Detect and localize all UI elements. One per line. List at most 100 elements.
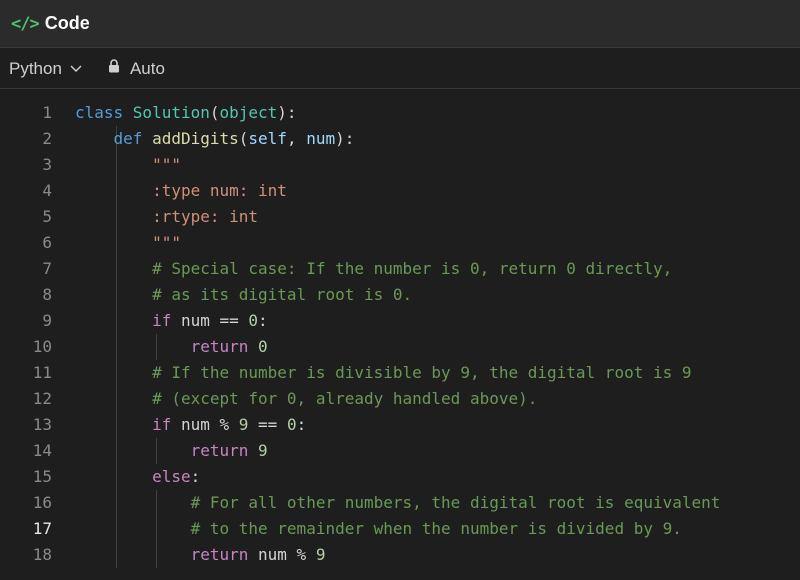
code-line: 7 # Special case: If the number is 0, re… [0,256,800,282]
code-token: addDigits [152,129,239,148]
line-number: 11 [32,363,52,382]
code-line: 2 def addDigits(self, num): [0,126,800,152]
code-token: : [190,467,201,486]
code-editor[interactable]: 1 class Solution(object): 2 def addDigits(… [0,100,800,580]
panel-title: Code [44,13,90,33]
code-text: return 9 [75,438,268,464]
line-number: 5 [42,207,52,226]
lock-icon [108,59,120,78]
code-token: else [152,467,191,486]
language-label: Python [9,58,62,78]
code-line: 6 """ [0,230,800,256]
code-text: if num == 0: [75,308,268,334]
code-line: 18 return num % 9 [0,542,800,568]
line-number: 3 [42,155,52,174]
line-number: 14 [32,441,52,460]
code-text: else: [75,464,200,490]
line-number: 16 [32,493,52,512]
code-token: num [306,129,336,148]
code-token: num == [171,311,249,330]
code-token: ( [209,103,220,122]
code-token: 9 [238,415,249,434]
code-text: return 0 [75,334,268,360]
code-text: """ [75,230,181,256]
code-token: if [152,415,172,434]
code-token: num % [248,545,316,564]
code-text: return num % 9 [75,542,326,568]
code-token: 9 [258,441,268,460]
code-token: ): [335,129,355,148]
code-token: return [190,441,259,460]
language-selector[interactable]: Python [9,59,82,79]
mode-label: Auto [129,58,165,78]
code-text: if num % 9 == 0: [75,412,306,438]
code-token: # to the remainder when the number is di… [190,519,682,538]
code-icon: </> [11,13,40,34]
code-text: def addDigits(self, num): [75,126,355,152]
code-token: def [113,129,153,148]
code-line: 4 :type num: int [0,178,800,204]
code-token: # Special case: If the number is 0, retu… [152,259,673,278]
auto-mode-indicator[interactable]: Auto [108,59,165,79]
code-token: == [248,415,287,434]
code-token: 0 [258,337,268,356]
code-line: 1 class Solution(object): [0,100,800,126]
code-line: 8 # as its digital root is 0. [0,282,800,308]
line-number: 1 [42,103,52,122]
line-number: 15 [32,467,52,486]
code-token: 0 [286,415,297,434]
line-number: 13 [32,415,52,434]
code-line: 5 :rtype: int [0,204,800,230]
code-line: 16 # For all other numbers, the digital … [0,490,800,516]
line-number: 12 [32,389,52,408]
code-line: 13 if num % 9 == 0: [0,412,800,438]
code-token: 9 [315,545,326,564]
code-token: if [152,311,172,330]
code-token: : [296,415,307,434]
code-token: num % [171,415,239,434]
code-line: 12 # (except for 0, already handled abov… [0,386,800,412]
line-number: 6 [42,233,52,252]
code-token: :type num: int [152,181,287,200]
code-token: # (except for 0, already handled above). [152,389,538,408]
code-token: 0 [248,311,259,330]
line-number: 10 [32,337,52,356]
code-token: :rtype: int [152,207,259,226]
code-text: # to the remainder when the number is di… [75,516,682,542]
code-text: :rtype: int [75,204,258,230]
code-line: 10 return 0 [0,334,800,360]
line-number: 18 [32,545,52,564]
code-token: """ [152,233,181,252]
code-token: # For all other numbers, the digital roo… [190,493,721,512]
code-token: return [190,337,259,356]
code-text: # as its digital root is 0. [75,282,412,308]
code-token: # If the number is divisible by 9, the d… [152,363,692,382]
line-number: 9 [42,311,52,330]
code-token: object [219,103,278,122]
code-text: # (except for 0, already handled above). [75,386,537,412]
line-number: 8 [42,285,52,304]
code-text: # If the number is divisible by 9, the d… [75,360,692,386]
code-token: , [286,129,307,148]
code-text: :type num: int [75,178,287,204]
code-text: # For all other numbers, the digital roo… [75,490,721,516]
code-token: ( [238,129,249,148]
code-line: 3 """ [0,152,800,178]
code-text: class Solution(object): [75,100,297,126]
code-panel-header: </> Code [0,0,800,48]
code-line: 9 if num == 0: [0,308,800,334]
code-token: self [248,129,287,148]
line-number: 7 [42,259,52,278]
code-line: 15 else: [0,464,800,490]
